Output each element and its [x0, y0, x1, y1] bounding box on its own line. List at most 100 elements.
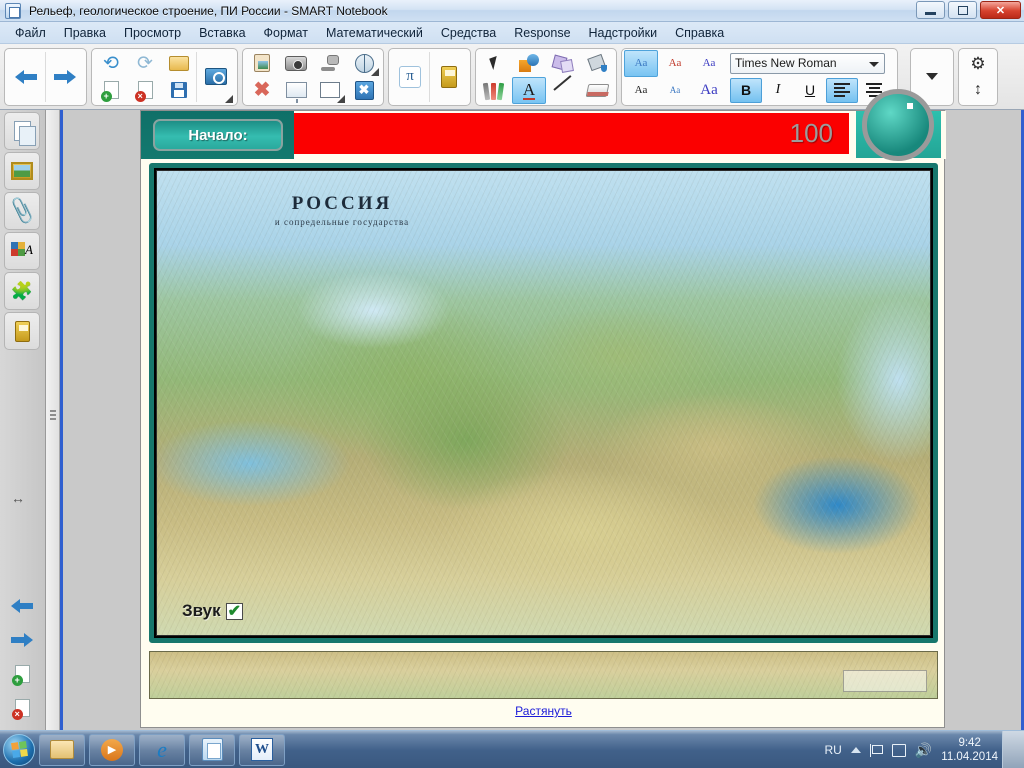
delete-page-button[interactable]: × — [4, 692, 40, 724]
sidebar-item-response[interactable] — [4, 312, 40, 350]
start-button[interactable]: Начало: — [153, 119, 283, 151]
add-page-button[interactable]: + — [4, 658, 40, 690]
taskbar-smart-notebook[interactable] — [189, 733, 235, 766]
full-screen-button[interactable]: ✖ — [347, 77, 381, 104]
sound-checkbox[interactable] — [225, 601, 243, 621]
shade-panel-button[interactable] — [279, 77, 313, 104]
clock-time: 9:42 — [958, 736, 981, 749]
align-left-button[interactable] — [826, 77, 858, 103]
window-controls: ✕ — [916, 1, 1021, 19]
menu-edit[interactable]: Правка — [55, 24, 115, 42]
previous-page-button[interactable] — [4, 590, 40, 622]
camera-button[interactable] — [279, 50, 313, 77]
font-preset-3[interactable]: Aa — [692, 50, 726, 77]
sidebar-item-addons[interactable]: 🧩 — [4, 272, 40, 310]
shapes-button[interactable] — [512, 50, 546, 77]
menu-response[interactable]: Response — [505, 24, 579, 42]
arrow-right-icon — [54, 69, 76, 84]
redo-button[interactable]: ⟳ — [128, 50, 162, 77]
document-camera-icon — [320, 55, 340, 71]
windows-start-orb[interactable] — [3, 733, 35, 766]
open-folder-icon — [169, 55, 189, 71]
select-button[interactable] — [478, 50, 512, 77]
stretch-link[interactable]: Растянуть — [141, 704, 946, 718]
response-button[interactable] — [430, 50, 468, 104]
close-button[interactable]: ✕ — [980, 1, 1021, 19]
font-preset-5[interactable]: Aa — [658, 77, 692, 104]
bold-button[interactable]: B — [730, 77, 762, 103]
delete-button[interactable]: ✖ — [245, 77, 279, 104]
eraser-button[interactable] — [580, 77, 614, 104]
flag-icon[interactable] — [869, 743, 883, 757]
next-page-button[interactable] — [4, 624, 40, 656]
save-button[interactable] — [162, 77, 196, 104]
resize-horizontal-icon[interactable]: ↔ — [11, 490, 25, 506]
taskbar-word[interactable]: W — [239, 733, 285, 766]
taskbar-media-player[interactable]: ▶ — [89, 733, 135, 766]
sidebar-item-properties[interactable]: A — [4, 232, 40, 270]
minimize-button[interactable] — [916, 1, 945, 19]
pens-icon — [482, 80, 506, 101]
font-family-value: Times New Roman — [735, 56, 837, 70]
taskbar-internet-explorer[interactable]: e — [139, 733, 185, 766]
menu-format[interactable]: Формат — [255, 24, 317, 42]
font-preset-4[interactable]: Aa — [624, 77, 658, 104]
sidebar-splitter[interactable] — [46, 110, 60, 730]
document-camera-button[interactable] — [313, 50, 347, 77]
notebook-icon — [5, 2, 21, 19]
menu-file[interactable]: Файл — [6, 24, 55, 42]
slide-header: Начало: 100 — [141, 89, 946, 161]
sidebar-item-gallery[interactable] — [4, 152, 40, 190]
italic-button[interactable]: I — [762, 78, 794, 103]
math-button[interactable]: π — [391, 50, 429, 104]
menu-addons[interactable]: Надстройки — [580, 24, 667, 42]
menu-insert[interactable]: Вставка — [190, 24, 254, 42]
volume-icon[interactable]: 🔊 — [915, 742, 932, 759]
underline-button[interactable]: U — [794, 78, 826, 103]
undo-button[interactable]: ⟲ — [94, 50, 128, 77]
network-icon[interactable] — [891, 743, 906, 757]
pens-button[interactable] — [478, 77, 512, 104]
open-file-button[interactable] — [162, 50, 196, 77]
forward-button[interactable] — [46, 50, 84, 104]
slide-page: Начало: 100 РОССИЯ и сопредельные госуда… — [140, 89, 946, 728]
table-button[interactable] — [313, 77, 347, 104]
font-preset-2[interactable]: Aa — [658, 50, 692, 77]
title-bar: Рельеф, геологическое строение, ПИ Росси… — [0, 0, 1024, 22]
sound-toggle[interactable]: Звук — [182, 601, 243, 621]
fill-button[interactable] — [580, 50, 614, 77]
font-family-select[interactable]: Times New Roman — [730, 52, 885, 74]
show-desktop-button[interactable] — [1002, 731, 1024, 768]
menu-tools[interactable]: Средства — [432, 24, 505, 42]
round-teal-button[interactable] — [856, 89, 941, 161]
move-toolbar-button[interactable]: ↕ — [961, 77, 995, 104]
web-capture-button[interactable] — [347, 50, 381, 77]
font-preset-1[interactable]: Aa — [624, 49, 658, 77]
screen-shade-button[interactable] — [197, 50, 235, 104]
sidebar-item-page-sorter[interactable] — [4, 112, 40, 150]
language-indicator[interactable]: RU — [825, 743, 842, 757]
delete-page-button[interactable]: × — [128, 77, 162, 104]
menu-math[interactable]: Математический — [317, 24, 432, 42]
chevron-up-icon[interactable] — [850, 747, 861, 753]
line-button[interactable] — [546, 77, 580, 104]
new-page-button[interactable]: + — [94, 77, 128, 104]
map-frame[interactable]: РОССИЯ и сопредельные государства Звук — [149, 163, 938, 643]
back-button[interactable] — [7, 50, 45, 104]
menu-help[interactable]: Справка — [666, 24, 733, 42]
camera-icon — [285, 55, 307, 71]
taskbar-file-explorer[interactable] — [39, 733, 85, 766]
menu-view[interactable]: Просмотр — [115, 24, 190, 42]
polygon-button[interactable] — [546, 50, 580, 77]
toolbar-group-file: ⟲ + ⟳ × — [91, 47, 238, 106]
sound-label: Звук — [182, 601, 221, 620]
paste-button[interactable] — [245, 50, 279, 77]
taskbar-clock[interactable]: 9:42 11.04.2014 — [941, 736, 998, 765]
settings-button[interactable]: ⚙ — [961, 50, 995, 77]
restore-button[interactable] — [948, 1, 977, 19]
map-image: РОССИЯ и сопредельные государства Звук — [156, 170, 931, 636]
text-button[interactable]: A — [512, 76, 546, 104]
score-value: 100 — [789, 118, 833, 148]
font-preset-6[interactable]: Aa — [692, 77, 726, 104]
sidebar-item-attachments[interactable]: 📎 — [4, 192, 40, 230]
